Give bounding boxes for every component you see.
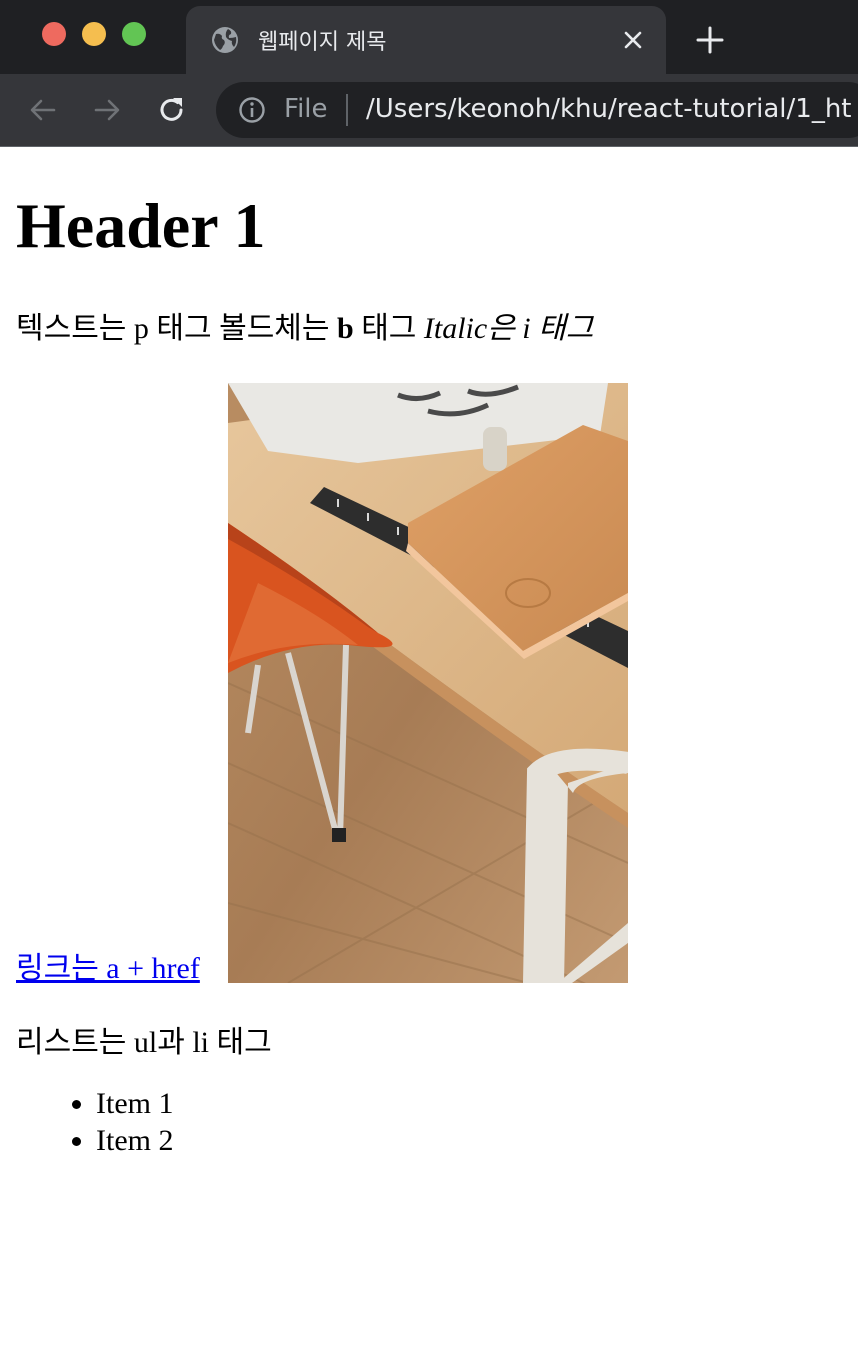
list-description: 리스트는 ul과 li 태그: [16, 1026, 272, 1059]
reload-icon[interactable]: [157, 95, 187, 125]
paragraph-text: 텍스트는 p 태그 볼드체는: [16, 312, 337, 345]
close-icon[interactable]: [622, 29, 644, 51]
tab-strip: 웹페이지 제목: [0, 0, 858, 74]
forward-arrow-icon[interactable]: [92, 95, 122, 125]
info-icon[interactable]: [238, 96, 266, 124]
browser-toolbar: File /Users/keonoh/khu/react-tutorial/1_…: [0, 74, 858, 146]
scheme-label: File: [284, 94, 328, 124]
href-link[interactable]: 링크는 a + href: [16, 943, 200, 987]
address-divider: [346, 94, 348, 126]
new-tab-plus-icon[interactable]: [696, 26, 724, 54]
page-heading: Header 1: [16, 190, 266, 261]
active-tab[interactable]: 웹페이지 제목: [186, 6, 666, 74]
paragraph-formatting: 텍스트는 p 태그 볼드체는 b 태그 Italic은 i 태그: [16, 309, 842, 349]
italic-text: Italic은 i 태그: [423, 312, 594, 345]
list-item: Item 1: [96, 1085, 842, 1122]
zoom-window-button[interactable]: [122, 22, 146, 46]
list-item: Item 2: [96, 1122, 842, 1159]
address-bar[interactable]: File /Users/keonoh/khu/react-tutorial/1_…: [216, 82, 858, 138]
item-list: Item 1 Item 2: [16, 1085, 842, 1159]
bold-text: b: [337, 312, 354, 345]
link-image-row: 링크는 a + href: [16, 383, 842, 985]
desk-photo: [228, 383, 628, 983]
paragraph-text-2: 태그: [353, 312, 424, 345]
globe-icon: [212, 27, 238, 53]
url-text[interactable]: /Users/keonoh/khu/react-tutorial/1_ht: [366, 94, 852, 124]
tab-title: 웹페이지 제목: [258, 30, 387, 55]
browser-chrome: 웹페이지 제목 File /Users/keonoh/khu/react-tut…: [0, 0, 858, 147]
back-arrow-icon[interactable]: [28, 95, 58, 125]
page-content: Header 1 텍스트는 p 태그 볼드체는 b 태그 Italic은 i 태…: [0, 147, 858, 1159]
minimize-window-button[interactable]: [82, 22, 106, 46]
close-window-button[interactable]: [42, 22, 66, 46]
